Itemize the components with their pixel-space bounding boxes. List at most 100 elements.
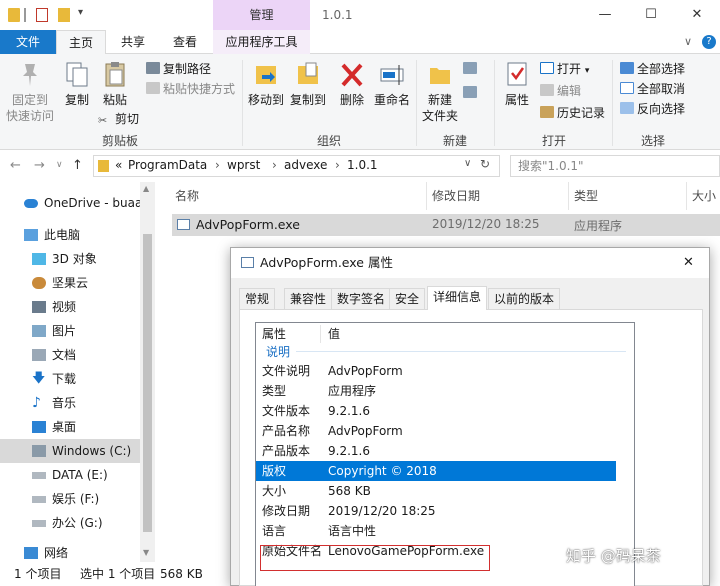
new-item-button[interactable] — [463, 60, 480, 78]
tab-digital-signatures[interactable]: 数字签名 — [331, 288, 392, 309]
easy-access-button[interactable] — [463, 84, 480, 102]
column-divider[interactable] — [320, 325, 321, 343]
quick-access-dropdown-icon[interactable]: ▾ — [78, 7, 83, 18]
cut-button[interactable]: ✂ 剪切 — [98, 110, 139, 128]
recent-dropdown-icon[interactable]: ∨ — [56, 160, 63, 170]
scroll-down-icon[interactable]: ▼ — [143, 548, 149, 557]
history-button[interactable]: 历史记录 — [540, 104, 605, 122]
copy-to-button[interactable]: 复制到 — [288, 60, 328, 108]
drive-icon — [32, 496, 46, 503]
table-row[interactable]: AdvPopForm.exe 2019/12/20 18:25 应用程序 — [172, 214, 720, 236]
tab-compatibility[interactable]: 兼容性 — [284, 288, 333, 309]
select-none-button[interactable]: 全部取消 — [620, 80, 685, 98]
nav-desktop[interactable]: 桌面 — [0, 415, 140, 439]
column-divider[interactable] — [568, 182, 569, 210]
pin-to-quick-access-button[interactable]: 固定到 快速访问 — [4, 60, 56, 124]
nav-pictures[interactable]: 图片 — [0, 319, 140, 343]
paste-shortcut-button[interactable]: 粘贴快捷方式 — [146, 80, 235, 98]
maximize-button[interactable]: ☐ — [628, 0, 674, 30]
tab-general[interactable]: 常规 — [239, 288, 276, 309]
refresh-icon[interactable]: ↻ — [480, 157, 490, 171]
tab-details[interactable]: 详细信息 — [427, 286, 488, 310]
nav-videos[interactable]: 视频 — [0, 295, 140, 319]
scroll-up-icon[interactable]: ▲ — [143, 184, 149, 193]
list-item[interactable]: 产品版本 9.2.1.6 — [256, 441, 634, 461]
column-header-name[interactable]: 名称 — [175, 182, 199, 210]
help-button[interactable]: ? — [702, 35, 716, 49]
nav-this-pc[interactable]: 此电脑 — [0, 223, 140, 247]
header-value[interactable]: 值 — [328, 323, 340, 345]
tab-security[interactable]: 安全 — [389, 288, 426, 309]
search-input[interactable]: 搜索"1.0.1" — [510, 155, 720, 177]
nav-scrollbar[interactable]: ▲ ▼ — [140, 182, 155, 562]
tab-home[interactable]: 主页 — [56, 30, 106, 55]
copy-button[interactable]: 复制 — [60, 60, 94, 108]
column-header-type[interactable]: 类型 — [574, 182, 598, 210]
tab-file[interactable]: 文件 — [0, 30, 56, 54]
delete-button[interactable]: 删除 — [336, 60, 368, 108]
column-header-date[interactable]: 修改日期 — [432, 182, 480, 210]
tab-share[interactable]: 共享 — [110, 30, 156, 54]
address-path[interactable]: « ProgramData › wprst › advexe › 1.0.1 ∨… — [93, 155, 500, 177]
nav-3d-objects[interactable]: 3D 对象 — [0, 247, 140, 271]
nav-documents[interactable]: 文档 — [0, 343, 140, 367]
cube-icon — [32, 253, 46, 265]
tab-previous-versions[interactable]: 以前的版本 — [488, 288, 561, 309]
up-arrow-icon[interactable]: ↑ — [72, 158, 83, 173]
breadcrumb-advexe[interactable]: advexe — [284, 158, 327, 172]
tab-view[interactable]: 查看 — [160, 30, 210, 54]
nav-drive-c[interactable]: Windows (C:) — [0, 439, 140, 463]
list-item[interactable]: 修改日期 2019/12/20 18:25 — [256, 501, 634, 521]
breadcrumb-wprst[interactable]: wprst — [227, 158, 260, 172]
nav-downloads[interactable]: 🡇 下载 — [0, 367, 140, 391]
properties-button[interactable]: 属性 — [498, 60, 536, 108]
nav-nutstore[interactable]: 坚果云 — [0, 271, 140, 295]
rename-button[interactable]: 重命名 — [372, 60, 412, 108]
column-divider[interactable] — [426, 182, 427, 210]
edit-button[interactable]: 编辑 — [540, 82, 581, 100]
list-item[interactable]: 类型 应用程序 — [256, 381, 634, 401]
close-button[interactable]: ✕ — [674, 0, 720, 30]
nav-drive-g[interactable]: 办公 (G:) — [0, 511, 140, 535]
back-arrow-icon[interactable]: ← — [10, 158, 21, 173]
move-to-button[interactable]: 移动到 — [246, 60, 286, 108]
ribbon-collapse-button[interactable]: ∨ — [684, 30, 692, 54]
invert-selection-button[interactable]: 反向选择 — [620, 100, 685, 118]
cloud-icon — [24, 199, 38, 208]
breadcrumb-programdata[interactable]: ProgramData — [128, 158, 207, 172]
breadcrumb-1-0-1[interactable]: 1.0.1 — [347, 158, 378, 172]
forward-arrow-icon[interactable]: → — [34, 158, 45, 173]
nav-onedrive[interactable]: OneDrive - buaa — [0, 191, 142, 215]
computer-icon — [24, 229, 38, 241]
list-item[interactable]: 文件说明 AdvPopForm — [256, 361, 634, 381]
open-label: 打开 — [557, 62, 582, 76]
list-item-selected[interactable]: 版权 Copyright © 2018 — [256, 461, 616, 481]
breadcrumb-overflow[interactable]: « — [115, 158, 122, 172]
title-bar: ▾ 管理 1.0.1 — ☐ ✕ — [0, 0, 720, 30]
nav-music[interactable]: ♪ 音乐 — [0, 391, 140, 415]
tab-app-tools[interactable]: 应用程序工具 — [213, 30, 310, 54]
list-item[interactable]: 产品名称 AdvPopForm — [256, 421, 634, 441]
list-item[interactable]: 语言 语言中性 — [256, 521, 634, 541]
column-divider[interactable] — [686, 182, 687, 210]
dialog-close-button[interactable]: ✕ — [683, 248, 694, 278]
nav-drive-f[interactable]: 娱乐 (F:) — [0, 487, 140, 511]
header-property[interactable]: 属性 — [262, 323, 286, 345]
list-item[interactable]: 文件版本 9.2.1.6 — [256, 401, 634, 421]
history-icon — [540, 106, 554, 118]
new-folder-quick-icon[interactable] — [58, 8, 70, 22]
address-dropdown-icon[interactable]: ∨ — [464, 158, 471, 169]
minimize-button[interactable]: — — [582, 0, 628, 30]
delete-icon — [338, 60, 366, 90]
column-header-size[interactable]: 大小 — [692, 182, 716, 210]
copy-path-button[interactable]: 复制路径 — [146, 60, 211, 78]
open-button[interactable]: 打开 ▾ — [540, 60, 589, 78]
paste-button[interactable]: 粘贴 — [98, 60, 132, 108]
nav-drive-e[interactable]: DATA (E:) — [0, 463, 140, 487]
new-folder-button[interactable]: 新建 文件夹 — [420, 60, 460, 124]
select-all-button[interactable]: 全部选择 — [620, 60, 685, 78]
properties-quick-icon[interactable] — [36, 8, 48, 22]
context-tab-manage[interactable]: 管理 — [213, 0, 310, 30]
list-item[interactable]: 大小 568 KB — [256, 481, 634, 501]
scroll-thumb[interactable] — [143, 234, 152, 532]
